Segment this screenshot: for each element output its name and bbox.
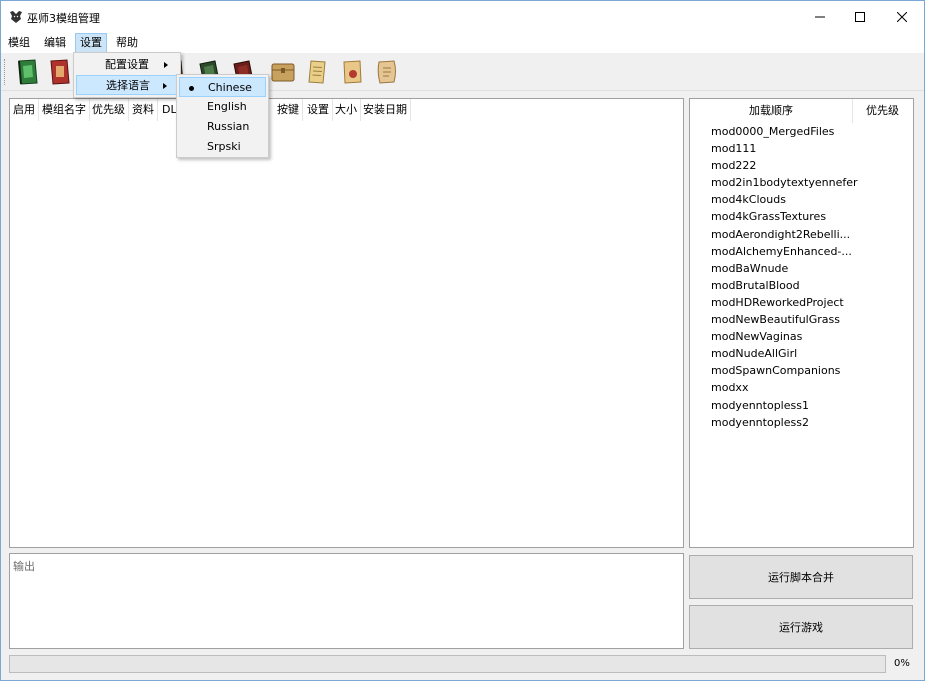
radio-bullet-icon [189, 86, 194, 91]
output-label: 输出 [13, 560, 35, 573]
load-order-header[interactable]: 加载顺序 [749, 99, 793, 123]
column-header-keys[interactable]: 按键 [274, 99, 303, 121]
scroll-icon[interactable] [304, 57, 332, 87]
title-bar[interactable]: 巫师3模组管理 [1, 1, 924, 33]
column-header-data[interactable]: 资料 [129, 99, 158, 121]
language-label: Russian [207, 120, 250, 133]
red-book-icon[interactable] [45, 57, 73, 87]
list-item[interactable]: mod111 [711, 140, 858, 157]
menu-item-select-language[interactable]: 选择语言 [76, 75, 178, 95]
list-item[interactable]: modSpawnCompanions [711, 362, 858, 379]
chest-icon[interactable] [269, 57, 297, 87]
list-item[interactable]: modBrutalBlood [711, 277, 858, 294]
column-header-enabled[interactable]: 启用 [10, 99, 39, 121]
load-order-list[interactable]: 加载顺序 优先级 mod0000_MergedFiles mod111 mod2… [689, 98, 914, 548]
maximize-button[interactable] [838, 1, 882, 33]
column-header-settings[interactable]: 设置 [304, 99, 333, 121]
list-item[interactable]: modNudeAllGirl [711, 345, 858, 362]
green-book-icon[interactable] [13, 57, 41, 87]
settings-dropdown: 配置设置 选择语言 [73, 52, 181, 98]
list-item[interactable]: mod0000_MergedFiles [711, 123, 858, 140]
language-item-english[interactable]: English [179, 97, 266, 117]
list-item[interactable]: modAlchemyEnhanced-... [711, 243, 858, 260]
menu-bar: 模组 编辑 设置 帮助 [1, 33, 924, 53]
window-title: 巫师3模组管理 [27, 12, 100, 25]
list-item[interactable]: modxx [711, 379, 858, 396]
progress-bar [9, 655, 886, 673]
letter-icon[interactable] [338, 57, 366, 87]
close-button[interactable] [880, 1, 924, 33]
output-box[interactable]: 输出 [9, 553, 684, 649]
menu-help[interactable]: 帮助 [112, 33, 142, 53]
progress-text: 0% [894, 658, 910, 669]
minimize-button[interactable] [798, 1, 842, 33]
column-header-size[interactable]: 大小 [332, 99, 361, 121]
menu-item-config-settings[interactable]: 配置设置 [76, 55, 178, 75]
run-game-button[interactable]: 运行游戏 [689, 605, 913, 649]
column-header-mod-name[interactable]: 模组名字 [39, 99, 90, 121]
minimize-icon [815, 16, 825, 18]
wolf-medallion-icon [10, 11, 22, 23]
menu-settings[interactable]: 设置 [75, 33, 107, 53]
list-item[interactable]: modBaWnude [711, 260, 858, 277]
language-item-chinese[interactable]: Chinese [179, 77, 266, 97]
list-item[interactable]: mod2in1bodytextyennefer [711, 174, 858, 191]
list-item[interactable]: mod4kClouds [711, 191, 858, 208]
app-window: 巫师3模组管理 模组 编辑 设置 帮助 启用 模组名字 优先级 资料 DL 按键… [0, 0, 925, 681]
column-header-install-date[interactable]: 安装日期 [360, 99, 411, 121]
priority-header[interactable]: 优先级 [866, 99, 899, 123]
mod-table[interactable]: 启用 模组名字 优先级 资料 DL 按键 设置 大小 安装日期 [9, 98, 684, 548]
maximize-icon [855, 12, 865, 22]
list-item[interactable]: modAerondight2Rebelli... [711, 226, 858, 243]
list-item[interactable]: modyenntopless2 [711, 414, 858, 431]
language-submenu: Chinese English Russian Srpski [176, 74, 269, 158]
column-header-priority[interactable]: 优先级 [89, 99, 129, 121]
menu-mod[interactable]: 模组 [4, 33, 34, 53]
list-item[interactable]: modHDReworkedProject [711, 294, 858, 311]
menu-item-label: 选择语言 [106, 79, 150, 92]
chevron-right-icon [163, 83, 167, 89]
toolbar-grip[interactable] [4, 59, 7, 85]
menu-item-label: 配置设置 [105, 58, 149, 71]
close-icon [897, 12, 907, 22]
header-divider [852, 99, 853, 123]
list-item[interactable]: modNewVaginas [711, 328, 858, 345]
chevron-right-icon [164, 62, 168, 68]
list-item[interactable]: mod222 [711, 157, 858, 174]
run-script-merge-button[interactable]: 运行脚本合并 [689, 555, 913, 599]
language-item-srpski[interactable]: Srpski [179, 137, 266, 157]
menu-edit[interactable]: 编辑 [40, 33, 70, 53]
language-label: Chinese [208, 81, 252, 94]
language-label: English [207, 100, 247, 113]
parchment-icon[interactable] [373, 57, 401, 87]
language-item-russian[interactable]: Russian [179, 117, 266, 137]
list-item[interactable]: mod4kGrassTextures [711, 208, 858, 225]
list-item[interactable]: modyenntopless1 [711, 397, 858, 414]
language-label: Srpski [207, 140, 241, 153]
load-order-items: mod0000_MergedFiles mod111 mod222 mod2in… [711, 123, 858, 431]
list-item[interactable]: modNewBeautifulGrass [711, 311, 858, 328]
